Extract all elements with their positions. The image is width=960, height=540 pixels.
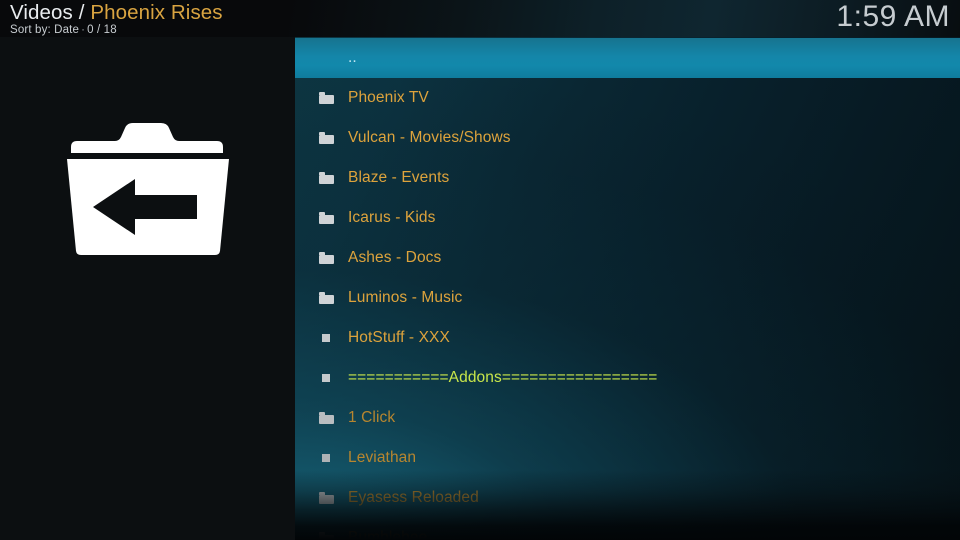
list-item[interactable]: ===========Addons================= (295, 358, 960, 398)
folder-icon (316, 409, 336, 427)
list-status-line: Sort by: Date · 0 / 18 (10, 24, 223, 37)
list-item[interactable]: .. (295, 38, 960, 78)
file-list-panel[interactable]: .. Phoenix TV Vulcan - Movies/Shows Blaze -… (295, 37, 960, 540)
breadcrumb-current: Phoenix Rises (90, 1, 223, 24)
breadcrumb-root[interactable]: Videos (10, 1, 73, 24)
folder-icon (316, 209, 336, 227)
folder-icon (316, 489, 336, 507)
parent-folder-icon (57, 119, 239, 259)
list-item-label: .. (348, 49, 357, 66)
list-item-label: ===========Addons================= (348, 369, 658, 386)
list-item-label: Eyasess Reloaded (348, 489, 479, 506)
breadcrumb-separator: / (72, 1, 91, 24)
list-item-label: Leviathan (348, 449, 417, 466)
folder-icon (316, 289, 336, 307)
list-item[interactable]: Bumblebee (295, 518, 960, 540)
list-item[interactable]: Leviathan (295, 438, 960, 478)
list-item-label: 1 Click (348, 409, 396, 426)
page-title: Videos / Phoenix Rises (10, 1, 223, 24)
folder-icon (316, 89, 336, 107)
no-icon (316, 49, 336, 67)
kodi-video-browser-screen: Videos / Phoenix Rises Sort by: Date · 0 /… (0, 0, 960, 540)
header-bar: Videos / Phoenix Rises Sort by: Date · 0 /… (0, 0, 960, 37)
list-item[interactable]: Icarus - Kids (295, 198, 960, 238)
list-item-label: Phoenix TV (348, 89, 429, 106)
status-separator: · (81, 24, 86, 36)
folder-icon (316, 169, 336, 187)
list-item-label: Ashes - Docs (348, 249, 442, 266)
item-count: 0 / 18 (87, 24, 117, 36)
list-item-label: Bumblebee (348, 529, 428, 540)
file-icon (316, 449, 336, 467)
list-item[interactable]: HotStuff - XXX (295, 318, 960, 358)
list-item[interactable]: Luminos - Music (295, 278, 960, 318)
folder-icon (316, 249, 336, 267)
list-item[interactable]: Phoenix TV (295, 78, 960, 118)
clock: 1:59 AM (836, 0, 950, 33)
list-item[interactable]: Eyasess Reloaded (295, 478, 960, 518)
folder-icon (316, 529, 336, 540)
breadcrumb: Videos / Phoenix Rises Sort by: Date · 0 /… (10, 1, 223, 37)
file-icon (316, 329, 336, 347)
folder-icon (316, 129, 336, 147)
list-item[interactable]: Blaze - Events (295, 158, 960, 198)
list-item[interactable]: 1 Click (295, 398, 960, 438)
list-item-label: Luminos - Music (348, 289, 463, 306)
list-item[interactable]: Ashes - Docs (295, 238, 960, 278)
list-item-label: Icarus - Kids (348, 209, 436, 226)
sort-label[interactable]: Sort by: Date (10, 24, 79, 36)
list-item-label: Vulcan - Movies/Shows (348, 129, 511, 146)
file-icon (316, 369, 336, 387)
preview-panel (0, 37, 295, 540)
list-item[interactable]: Vulcan - Movies/Shows (295, 118, 960, 158)
list-item-label: Blaze - Events (348, 169, 450, 186)
list-item-label: HotStuff - XXX (348, 329, 450, 346)
